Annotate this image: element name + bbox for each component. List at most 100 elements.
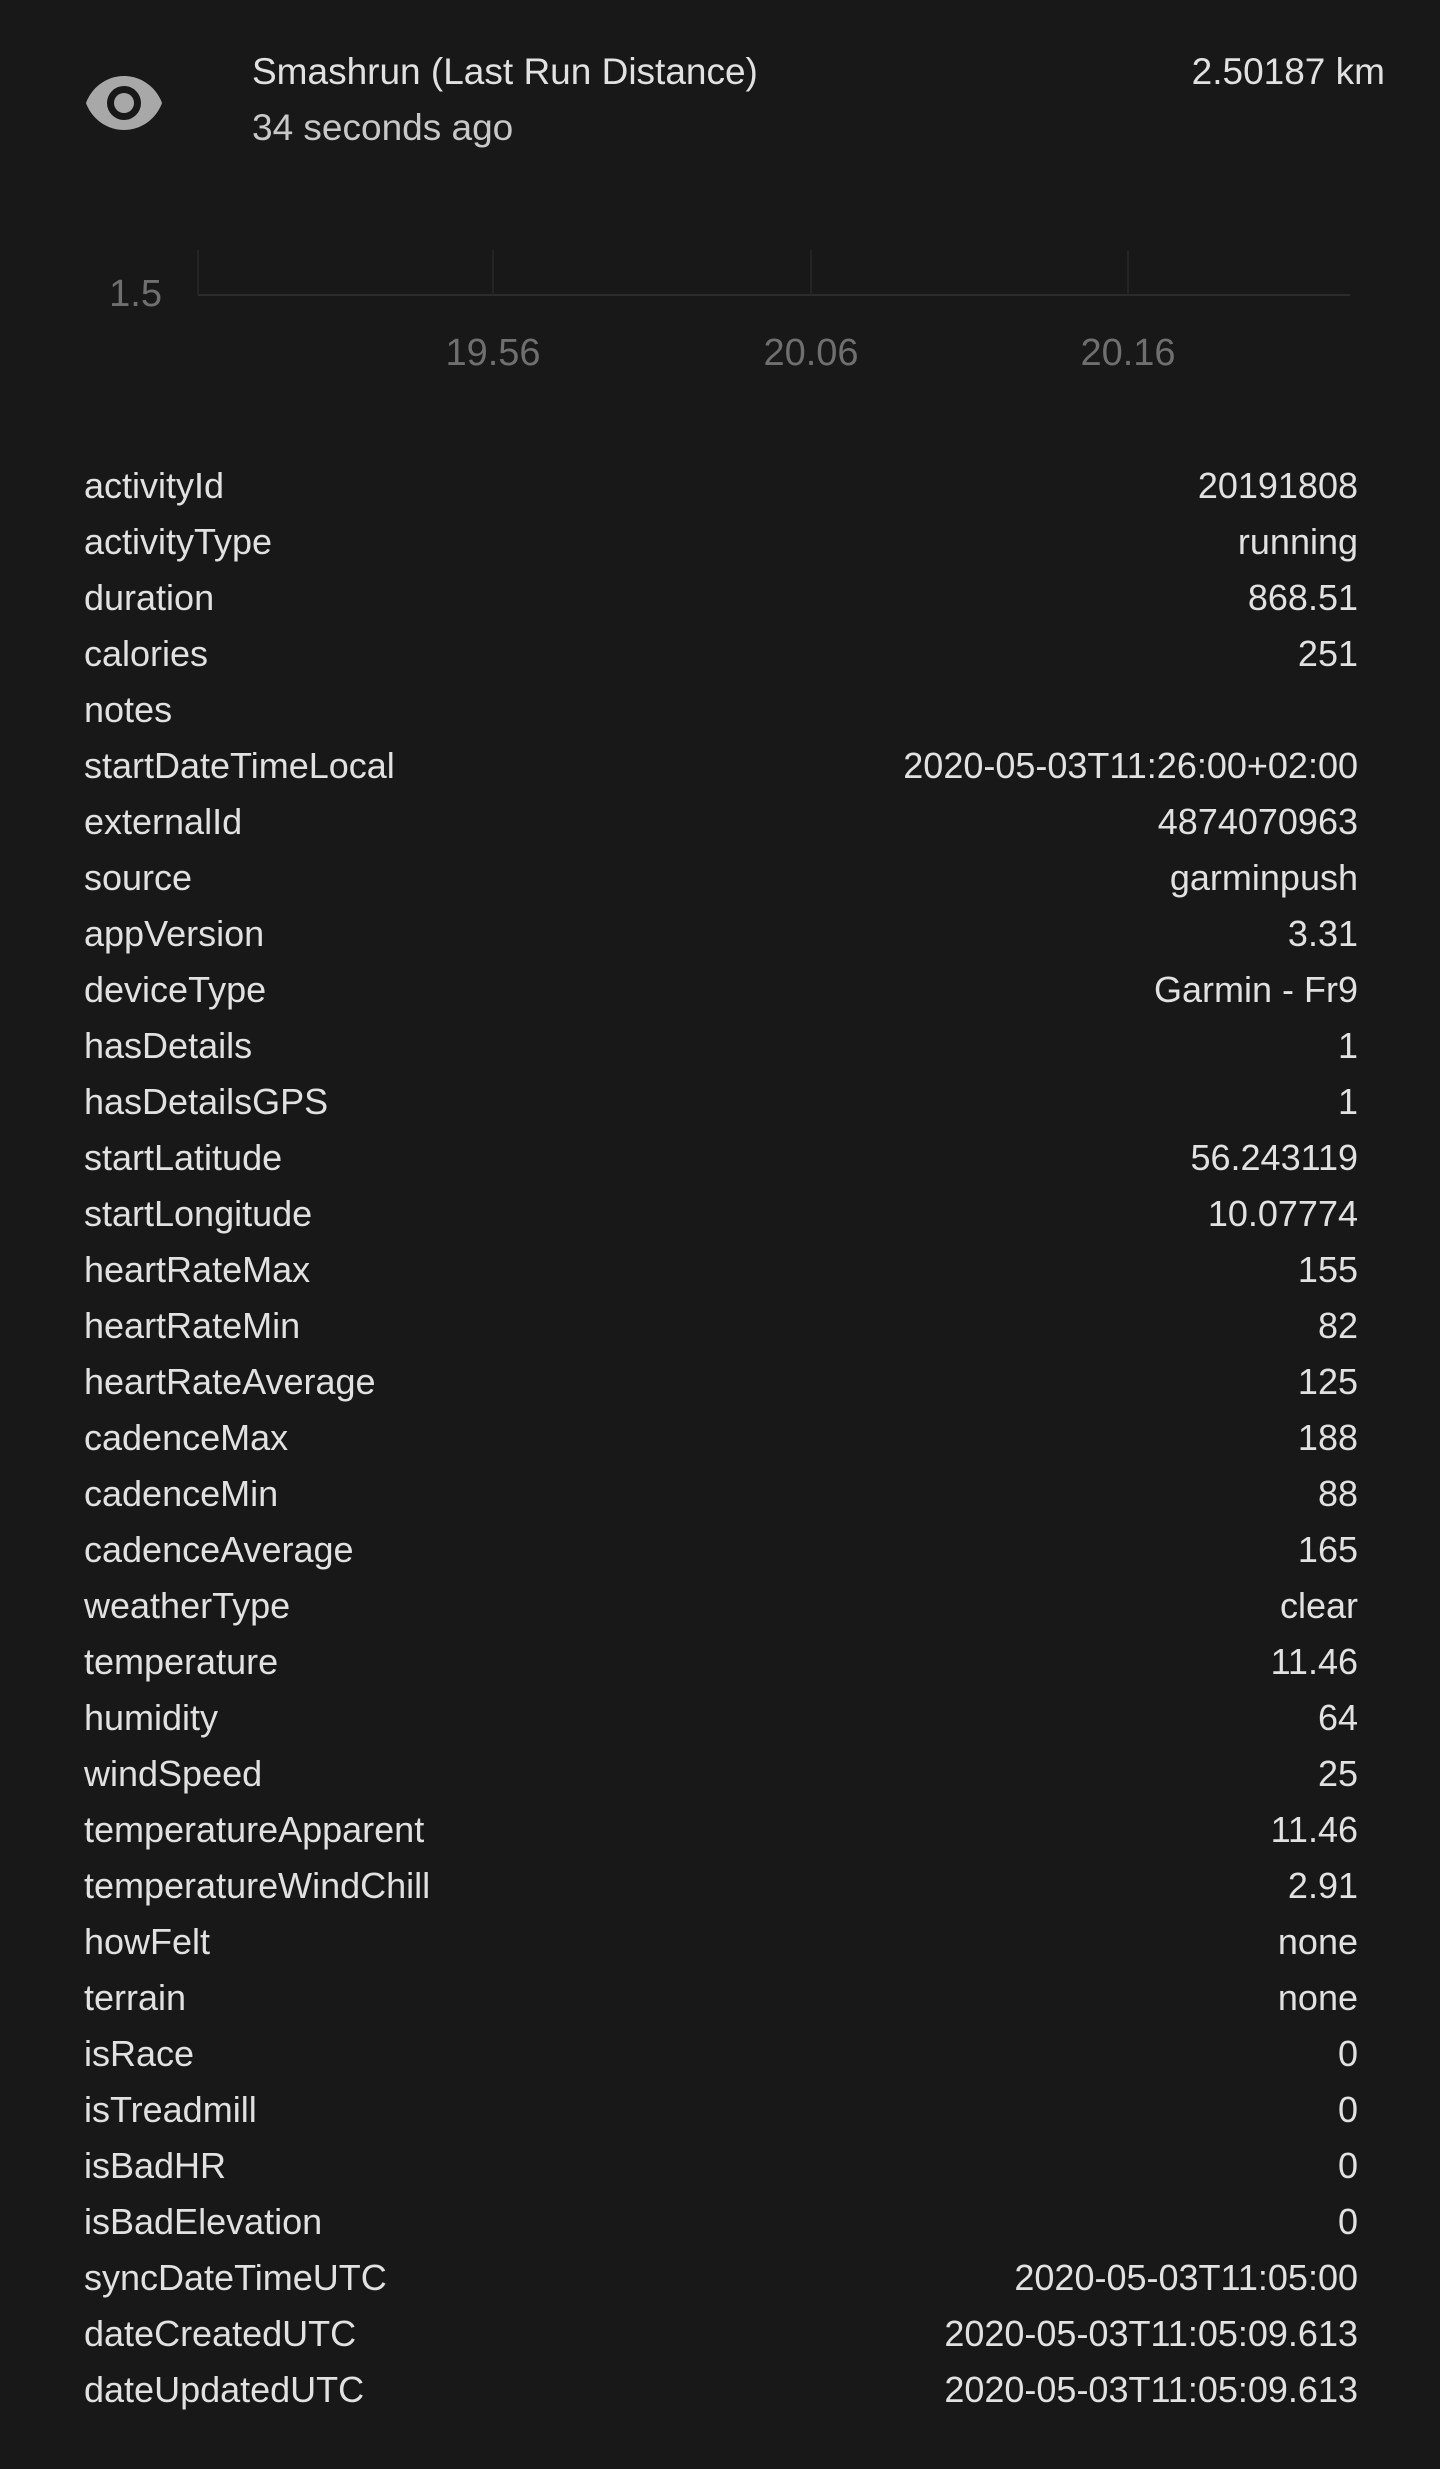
- attribute-key: temperature: [84, 1641, 279, 1682]
- state-value: 2.50187 km: [1191, 51, 1385, 92]
- attribute-row: dateUpdatedUTC 2020-05-03T11:05:09.613: [84, 2362, 1358, 2418]
- attribute-value: none: [1277, 1921, 1358, 1962]
- attribute-key: activityId: [84, 465, 225, 506]
- attribute-key: terrain: [84, 1977, 187, 2018]
- attribute-key: duration: [84, 577, 215, 618]
- attribute-key: appVersion: [84, 913, 265, 954]
- attribute-value: garminpush: [1169, 857, 1358, 898]
- attribute-key: startLatitude: [84, 1137, 283, 1178]
- attribute-value: 2020-05-03T11:05:00: [1014, 2257, 1358, 2298]
- attribute-row: calories 251: [84, 626, 1358, 682]
- attribute-value: 0: [1337, 2033, 1358, 2074]
- attribute-value: 2.91: [1287, 1865, 1358, 1906]
- x-axis-label: 20.16: [1080, 332, 1175, 374]
- attribute-value: 165: [1297, 1529, 1358, 1570]
- attribute-row: cadenceMin 88: [84, 1466, 1358, 1522]
- attribute-value: 64: [1317, 1697, 1358, 1738]
- attribute-key: externalId: [84, 801, 243, 842]
- attribute-value: 88: [1317, 1473, 1358, 1514]
- attribute-value: Garmin - Fr9: [1153, 969, 1358, 1010]
- attribute-value: 4874070963: [1157, 801, 1358, 842]
- attribute-row: isTreadmill 0: [84, 2082, 1358, 2138]
- attribute-key: temperatureWindChill: [84, 1865, 431, 1906]
- attribute-row: syncDateTimeUTC 2020-05-03T11:05:00: [84, 2250, 1358, 2306]
- attribute-row: startLongitude 10.07774: [84, 1186, 1358, 1242]
- attribute-row: externalId 4874070963: [84, 794, 1358, 850]
- attribute-value: running: [1237, 521, 1358, 562]
- attribute-row: source garminpush: [84, 850, 1358, 906]
- attribute-value: 868.51: [1247, 577, 1358, 618]
- attribute-value: clear: [1279, 1585, 1358, 1626]
- attribute-value: 1: [1337, 1081, 1358, 1122]
- attribute-value: 0: [1337, 2089, 1358, 2130]
- attribute-value: 2020-05-03T11:26:00+02:00: [903, 745, 1358, 786]
- attribute-value: 155: [1297, 1249, 1358, 1290]
- attribute-row: howFelt none: [84, 1914, 1358, 1970]
- attribute-row: appVersion 3.31: [84, 906, 1358, 962]
- attribute-key: weatherType: [84, 1585, 291, 1626]
- attribute-value: 2020-05-03T11:05:09.613: [944, 2313, 1358, 2354]
- attribute-value: 3.31: [1287, 913, 1358, 954]
- attribute-key: hasDetailsGPS: [84, 1081, 329, 1122]
- history-chart-svg: 1.5 19.56 20.06 20.16: [109, 250, 1350, 374]
- entity-header: Smashrun (Last Run Distance) 34 seconds …: [0, 0, 1440, 180]
- attribute-key: heartRateAverage: [84, 1361, 376, 1402]
- eye-icon: [86, 76, 162, 130]
- y-axis-label: 1.5: [109, 273, 162, 315]
- attribute-key: heartRateMax: [84, 1249, 311, 1290]
- attribute-value: 11.46: [1270, 1809, 1358, 1850]
- attribute-key: deviceType: [84, 969, 267, 1010]
- attribute-row: windSpeed 25: [84, 1746, 1358, 1802]
- attribute-row: hasDetails 1: [84, 1018, 1358, 1074]
- attribute-key: isBadElevation: [84, 2201, 323, 2242]
- attribute-key: isRace: [84, 2033, 195, 2074]
- attribute-row: weatherType clear: [84, 1578, 1358, 1634]
- attribute-key: howFelt: [84, 1921, 211, 1962]
- attribute-row: heartRateAverage 125: [84, 1354, 1358, 1410]
- attribute-key: startLongitude: [84, 1193, 313, 1234]
- attribute-key: windSpeed: [84, 1753, 263, 1794]
- attribute-key: cadenceMax: [84, 1417, 289, 1458]
- x-axis-label: 20.06: [763, 332, 858, 374]
- attribute-value: 125: [1297, 1361, 1358, 1402]
- attribute-key: temperatureApparent: [84, 1809, 425, 1850]
- attribute-key: cadenceAverage: [84, 1529, 354, 1570]
- attribute-key: startDateTimeLocal: [84, 745, 395, 786]
- attribute-value: 2020-05-03T11:05:09.613: [944, 2369, 1358, 2410]
- x-axis-label: 19.56: [445, 332, 540, 374]
- attribute-key: humidity: [84, 1697, 219, 1738]
- attribute-row: duration 868.51: [84, 570, 1358, 626]
- attribute-row: temperatureApparent 11.46: [84, 1802, 1358, 1858]
- attribute-value: 25: [1317, 1753, 1358, 1794]
- attribute-value: none: [1277, 1977, 1358, 2018]
- attributes-list: activityId 20191808 activityType running dur…: [84, 458, 1358, 2418]
- attribute-row: dateCreatedUTC 2020-05-03T11:05:09.613: [84, 2306, 1358, 2362]
- attribute-key: activityType: [84, 521, 273, 562]
- attribute-row: activityType running: [84, 514, 1358, 570]
- attribute-row: startDateTimeLocal 2020-05-03T11:26:00+02…: [84, 738, 1358, 794]
- attribute-row: isBadHR 0: [84, 2138, 1358, 2194]
- attribute-key: isBadHR: [84, 2145, 227, 2186]
- attribute-value: 0: [1337, 2201, 1358, 2242]
- attribute-row: heartRateMax 155: [84, 1242, 1358, 1298]
- attribute-value: 1: [1337, 1025, 1358, 1066]
- attribute-value: 188: [1297, 1417, 1358, 1458]
- attribute-key: hasDetails: [84, 1025, 253, 1066]
- entity-name[interactable]: Smashrun (Last Run Distance): [252, 48, 758, 96]
- attribute-row: activityId 20191808: [84, 458, 1358, 514]
- attribute-row: notes: [84, 682, 1358, 738]
- attribute-value: 11.46: [1270, 1641, 1358, 1682]
- attribute-row: temperature 11.46: [84, 1634, 1358, 1690]
- attribute-key: notes: [84, 689, 173, 730]
- attribute-row: temperatureWindChill 2.91: [84, 1858, 1358, 1914]
- attribute-key: dateCreatedUTC: [84, 2313, 357, 2354]
- history-chart[interactable]: 1.5 19.56 20.06 20.16: [0, 230, 1440, 390]
- attribute-key: syncDateTimeUTC: [84, 2257, 387, 2298]
- attribute-key: dateUpdatedUTC: [84, 2369, 365, 2410]
- attribute-row: isRace 0: [84, 2026, 1358, 2082]
- attribute-row: terrain none: [84, 1970, 1358, 2026]
- attribute-row: startLatitude 56.243119: [84, 1130, 1358, 1186]
- attribute-row: cadenceMax 188: [84, 1410, 1358, 1466]
- attribute-value: 20191808: [1197, 465, 1358, 506]
- attribute-row: cadenceAverage 165: [84, 1522, 1358, 1578]
